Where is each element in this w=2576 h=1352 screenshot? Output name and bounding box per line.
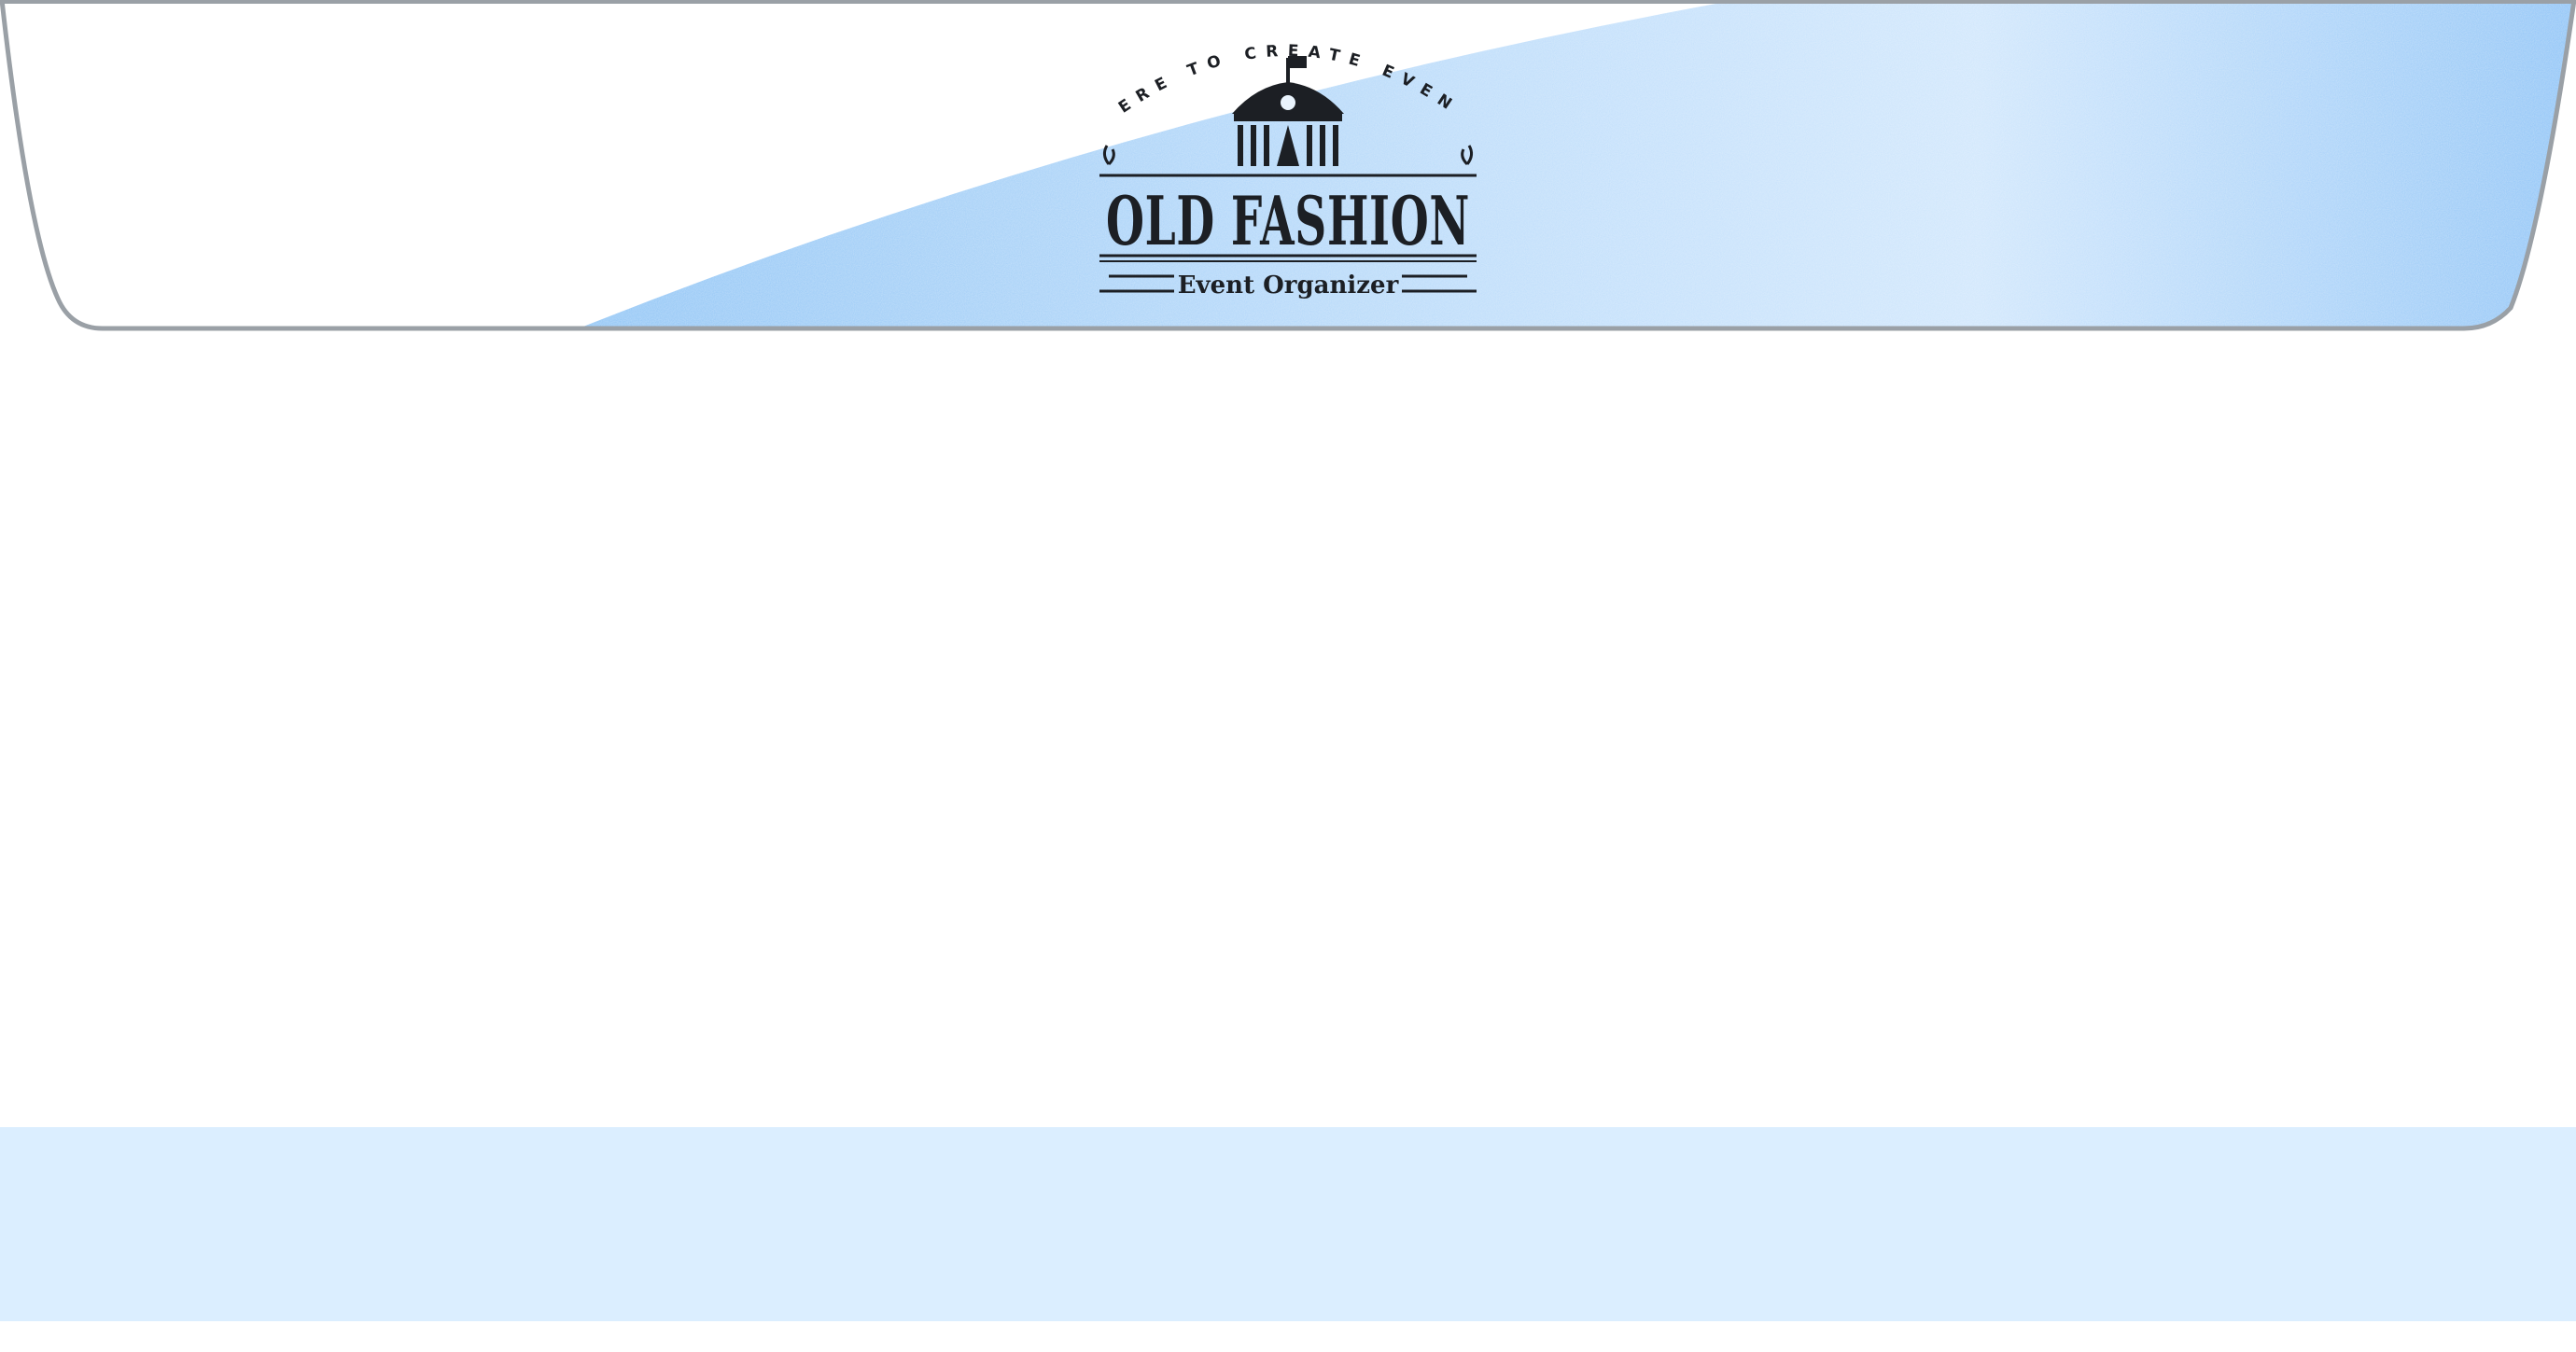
logo-subtitle: Event Organizer	[1178, 272, 1399, 300]
footer-band	[0, 1127, 2576, 1321]
page: HERE TO CREATE EVENT	[0, 0, 2576, 1352]
main-content	[0, 336, 2576, 1127]
flag-icon	[1288, 56, 1307, 68]
bottom-strip	[0, 1321, 2576, 1352]
brand-logo[interactable]: HERE TO CREATE EVENT	[1092, 15, 1484, 310]
header-banner: HERE TO CREATE EVENT	[0, 0, 2576, 336]
circus-tent-icon	[1232, 56, 1344, 166]
logo-title: OLD FASHION	[1106, 181, 1470, 260]
